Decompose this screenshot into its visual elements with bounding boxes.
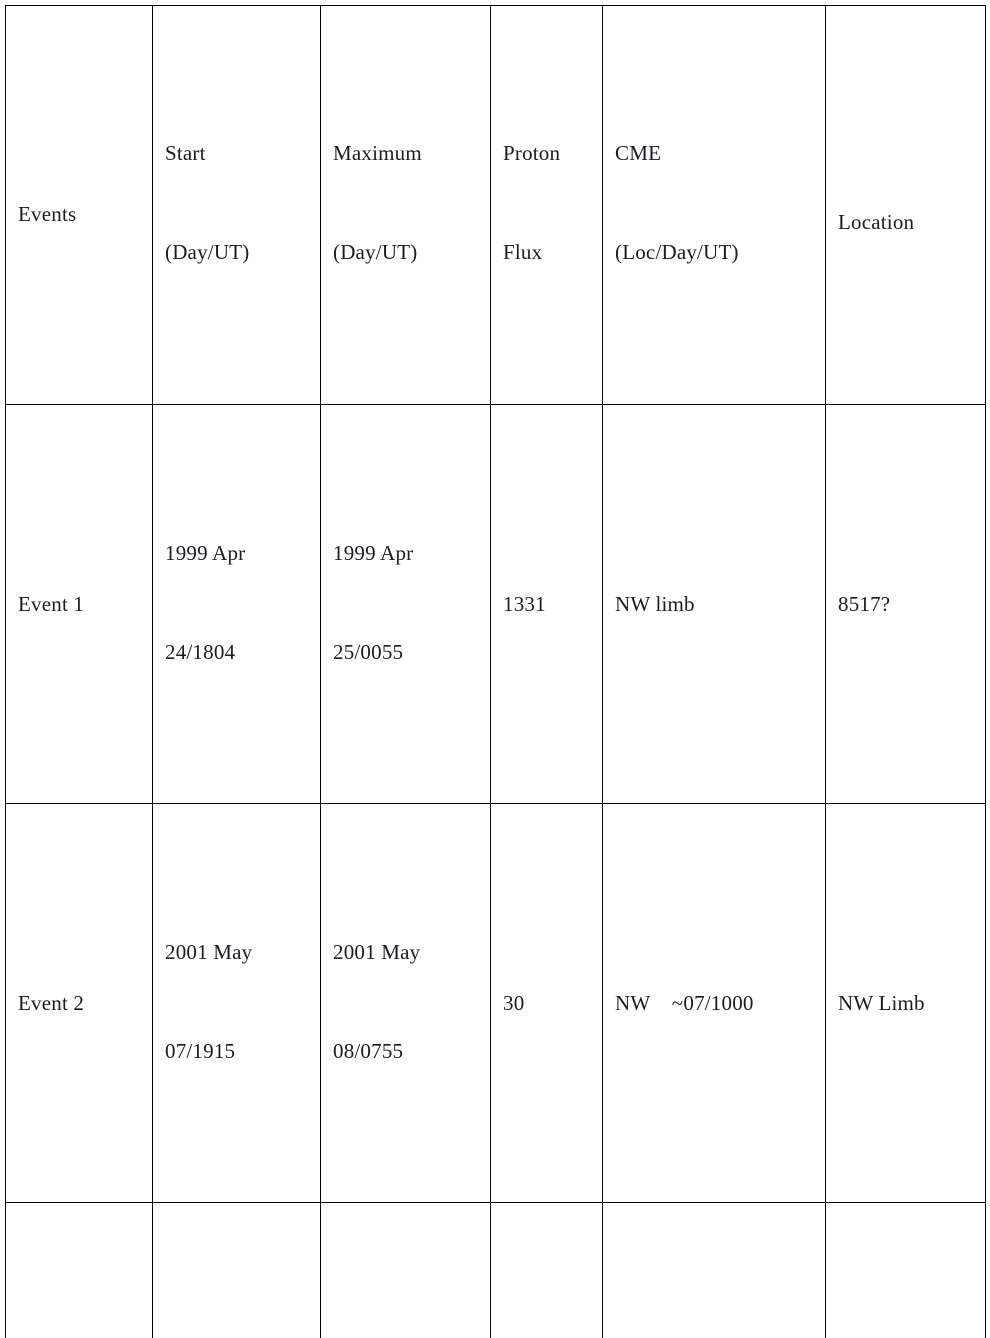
column-header-maximum: Maximum (Day/UT) [320,4,491,406]
table-row: Event 2 2001 May 07/1915 2001 May 08/075… [5,803,986,1204]
column-header-cme-line2: (Loc/Day/UT) [615,240,739,265]
table-header-row: Events Start (Day/UT) Maximum (Day/UT) P… [5,4,986,406]
cell-cme: NW limb [602,404,826,805]
column-header-start-line2: (Day/UT) [165,240,250,265]
cell-start-line1: 2001 Jun [165,1335,308,1338]
column-header-cme: CME (Loc/Day/UT) [602,4,826,406]
cell-event-label: Event 1 [5,404,153,805]
column-header-proton-flux-line1: Proton [503,140,561,165]
cell-cme: CME W/15/1648 [602,1202,826,1338]
cell-proton-flux: 1331 [490,404,603,805]
column-header-events: Events [5,4,153,406]
cell-start-line1: 2001 May [165,939,253,964]
column-header-location-line1: Location [838,210,915,235]
cell-maximum-line1: 2001 May [333,939,421,964]
column-header-proton-flux-line2: Flux [503,240,543,265]
cell-maximum-line1: 2001 Jun [333,1335,478,1338]
cell-start-line1: 1999 Apr [165,540,246,565]
column-header-maximum-line2: (Day/UT) [333,240,418,265]
cell-cme: NW ~07/1000 [602,803,826,1204]
cell-maximum-line1: 1999 Apr [333,540,414,565]
cell-location: NW Limb [825,803,986,1204]
column-header-start-line1: Start [165,140,206,165]
cell-proton-flux: 30 [490,803,603,1204]
cell-start: 1999 Apr 24/1804 [152,404,321,805]
cell-maximum-line2: 08/0755 [333,1039,404,1064]
cell-maximum: 2001 Jun 16/0005 [320,1202,491,1338]
cell-start-line2: 24/1804 [165,640,236,665]
column-header-location: Location [825,4,986,406]
cell-start-line2: 07/1915 [165,1039,236,1064]
table-row: Event 1 1999 Apr 24/1804 1999 Apr 25/005… [5,404,986,805]
column-header-maximum-line1: Maximum [333,140,422,165]
cell-proton-flux: 26 [490,1202,603,1338]
cell-maximum: 2001 May 08/0755 [320,803,491,1204]
column-header-proton-flux: Proton Flux [490,4,603,406]
cell-location: W Limb [825,1202,986,1338]
cell-event-label: Event 2 [5,803,153,1204]
table-sheet: Events Start (Day/UT) Maximum (Day/UT) P… [0,0,990,1338]
cell-event-label: Event 3 [5,1202,153,1338]
cell-maximum: 1999 Apr 25/0055 [320,404,491,805]
cell-start: 2001 Jun 15/1750 [152,1202,321,1338]
cell-location: 8517? [825,404,986,805]
table-row: Event 3 2001 Jun 15/1750 2001 Jun 16/000… [5,1202,986,1338]
column-header-events-line1: Events [18,202,77,227]
cell-maximum-line2: 25/0055 [333,640,404,665]
column-header-start: Start (Day/UT) [152,4,321,406]
column-header-cme-line1: CME [615,140,662,165]
events-table: Events Start (Day/UT) Maximum (Day/UT) P… [5,4,986,1338]
cell-start: 2001 May 07/1915 [152,803,321,1204]
